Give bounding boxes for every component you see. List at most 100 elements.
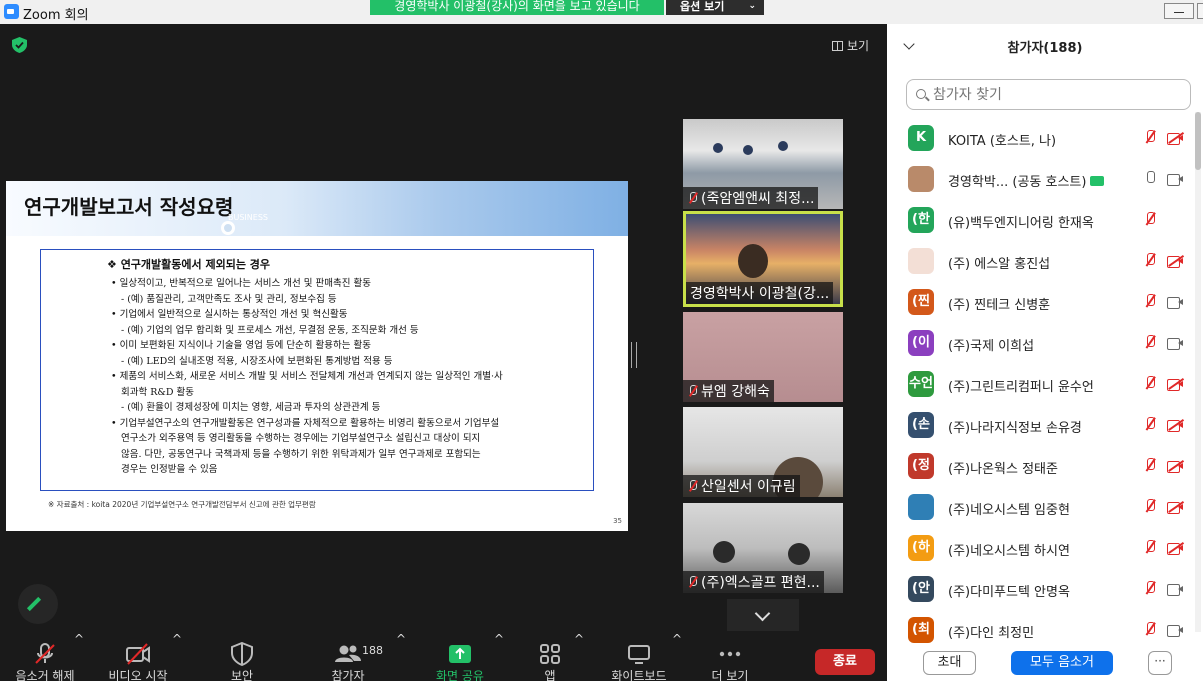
- video-off-icon: [1167, 255, 1184, 268]
- apps-options-caret[interactable]: ^: [574, 632, 584, 646]
- video-options-caret[interactable]: ^: [172, 632, 182, 646]
- whiteboard-button[interactable]: 화이트보드: [604, 632, 674, 681]
- zoom-logo-icon: [4, 4, 19, 19]
- panel-more-button[interactable]: ···: [1148, 651, 1172, 675]
- participant-row[interactable]: (한 (유)백두엔지니어링 한재옥: [887, 200, 1197, 241]
- participant-row[interactable]: (주) 에스알 홍진섭: [887, 241, 1197, 282]
- video-figure: [713, 143, 723, 153]
- participant-row[interactable]: (찐 (주) 찐테크 신병훈: [887, 282, 1197, 323]
- video-thumbnail-active-speaker[interactable]: 경영학박사 이광철(강...: [683, 211, 843, 307]
- participants-options-caret[interactable]: ^: [396, 632, 406, 646]
- apps-button[interactable]: 앱: [520, 632, 580, 681]
- slide-decoration: [221, 221, 235, 235]
- participant-name: (주)국제 이희섭: [948, 339, 1035, 354]
- participants-count: 188: [362, 644, 383, 657]
- end-meeting-button[interactable]: 종료: [815, 649, 875, 675]
- mic-muted-icon: [1143, 212, 1157, 228]
- audio-options-caret[interactable]: ^: [74, 632, 84, 646]
- more-dots-icon: [719, 651, 741, 657]
- participant-name: (주)네오시스템 임중현: [948, 503, 1070, 518]
- participant-avatar: [908, 494, 934, 520]
- participant-avatar: (손: [908, 412, 934, 438]
- video-figure: [743, 145, 753, 155]
- video-figure: [788, 543, 810, 565]
- video-icon: [1167, 173, 1184, 186]
- video-figure: [713, 541, 735, 563]
- share-screen-icon: [449, 645, 471, 663]
- slide-line: 않음. 다만, 공동연구나 국책과제 등을 수행하기 위한 위탁과제가 일부 연…: [121, 448, 481, 460]
- video-thumbnail[interactable]: (주)엑스골프 편현...: [683, 503, 843, 593]
- participant-row[interactable]: 경영학박... (공동 호스트): [887, 159, 1197, 200]
- start-video-button[interactable]: 비디오 시작: [103, 632, 173, 681]
- participant-name: KOITA (호스트, 나): [948, 134, 1057, 149]
- participants-button[interactable]: 188 참가자: [318, 632, 383, 681]
- participant-avatar: K: [908, 125, 934, 151]
- scrollbar-thumb[interactable]: [1195, 112, 1201, 170]
- participant-list-scrollbar[interactable]: [1195, 112, 1201, 632]
- participant-row[interactable]: (하 (주)네오시스템 하시연: [887, 528, 1197, 569]
- participant-avatar: 수언: [908, 371, 934, 397]
- maximize-button[interactable]: [1197, 3, 1203, 19]
- mic-muted-icon: [1143, 458, 1157, 474]
- participant-avatar: (찐: [908, 289, 934, 315]
- view-button-label: 보기: [847, 39, 870, 53]
- split-drag-handle[interactable]: [631, 342, 637, 368]
- mic-muted-icon: [687, 192, 699, 204]
- participant-name: 경영학박... (공동 호스트): [948, 171, 1105, 190]
- slide-line: - (예) 환율이 경제성장에 미치는 영향, 세금과 투자의 상관관계 등: [121, 402, 381, 413]
- grid-view-icon: [832, 41, 843, 51]
- slide-heading: ❖ 연구개발활동에서 제외되는 경우: [107, 258, 271, 271]
- participant-row[interactable]: (주)네오시스템 임중현: [887, 487, 1197, 528]
- more-button[interactable]: 더 보기: [700, 632, 760, 681]
- mic-muted-icon: [1143, 335, 1157, 351]
- slide-deco-text: BUSINESS: [228, 213, 268, 222]
- whiteboard-options-caret[interactable]: ^: [672, 632, 682, 646]
- participant-row[interactable]: 수언 (주)그린트리컴퍼니 윤수언: [887, 364, 1197, 405]
- slide-line: 연구소가 외주용역 등 영리활동을 수행하는 경우에는 기업부설연구소 설립신고…: [121, 433, 481, 444]
- minimize-button[interactable]: [1164, 3, 1194, 19]
- meeting-toolbar: 음소거 해제 ^ 비디오 시작 ^ 보안 188 참가자 ^ 화면 공유 ^ 앱…: [0, 632, 887, 681]
- participant-row[interactable]: (이 (주)국제 이희섭: [887, 323, 1197, 364]
- video-thumbnail[interactable]: 산일센서 이규림: [683, 407, 843, 497]
- share-screen-button[interactable]: 화면 공유: [430, 632, 490, 681]
- meeting-main-area: 보기 연구개발보고서 작성요령 BUSINESS ❖ 연구개발활동에서 제외되는…: [0, 24, 887, 681]
- participant-row[interactable]: (손 (주)나라지식정보 손유경: [887, 405, 1197, 446]
- thumbnails-scroll-down-button[interactable]: [727, 599, 799, 631]
- video-off-icon: [1167, 501, 1184, 514]
- view-options-button[interactable]: 옵션 보기 ⌄: [666, 0, 764, 15]
- mute-all-button[interactable]: 모두 음소거: [1011, 651, 1113, 675]
- video-off-icon: [1167, 419, 1184, 432]
- mic-muted-icon: [687, 576, 699, 588]
- participant-name: (주)다미푸드텍 안명옥: [948, 585, 1070, 600]
- annotate-pencil-button[interactable]: [18, 584, 58, 624]
- thumbnail-name-tag: (죽암엠앤씨 최정...: [683, 187, 819, 209]
- slide-title: 연구개발보고서 작성요령: [24, 195, 234, 219]
- share-options-caret[interactable]: ^: [494, 632, 504, 646]
- participant-avatar: (이: [908, 330, 934, 356]
- security-button[interactable]: 보안: [212, 632, 272, 681]
- video-off-icon: [1167, 542, 1184, 555]
- participant-row[interactable]: (안 (주)다미푸드텍 안명옥: [887, 569, 1197, 610]
- thumbnail-name-tag: (주)엑스골프 편현...: [683, 571, 824, 593]
- unmute-button[interactable]: 음소거 해제: [10, 632, 80, 681]
- video-thumbnail[interactable]: (죽암엠앤씨 최정...: [683, 119, 843, 209]
- participant-name: (주)네오시스템 하시연: [948, 544, 1070, 559]
- mic-muted-icon: [687, 385, 699, 397]
- encryption-shield-icon: [12, 37, 27, 53]
- participant-row[interactable]: K KOITA (호스트, 나): [887, 118, 1197, 159]
- video-thumbnail[interactable]: 뷰엠 강해숙: [683, 312, 843, 402]
- view-button[interactable]: 보기: [832, 37, 869, 54]
- participant-search-input[interactable]: [933, 84, 1183, 106]
- participant-name: (주)그린트리컴퍼니 윤수언: [948, 380, 1094, 395]
- participant-name: (주)나온웍스 정태준: [948, 462, 1058, 477]
- slide-line: - (예) LED의 실내조명 적용, 시장조사에 보편화된 통계방법 적용 등: [121, 355, 393, 367]
- participant-search[interactable]: [906, 79, 1191, 110]
- video-off-icon: [1167, 460, 1184, 473]
- invite-button[interactable]: 초대: [923, 651, 976, 675]
- mic-muted-icon: [1143, 540, 1157, 556]
- thumbnail-name-tag: 뷰엠 강해숙: [683, 380, 774, 402]
- participant-row[interactable]: (정 (주)나온웍스 정태준: [887, 446, 1197, 487]
- slide-line: • 이미 보편화된 지식이나 기술을 영업 등에 단순히 활용하는 활동: [111, 340, 372, 351]
- window-title: Zoom 회의: [23, 8, 89, 23]
- video-figure: [738, 244, 768, 278]
